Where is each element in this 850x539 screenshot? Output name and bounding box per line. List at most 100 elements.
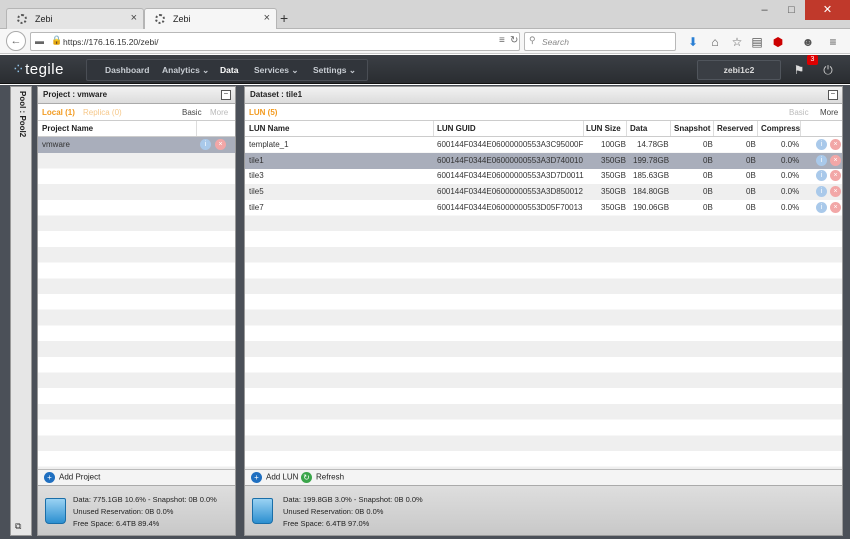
adblock-icon[interactable]: ⬢ [769, 33, 787, 51]
column-header-lun-size[interactable]: LUN Size [586, 124, 621, 133]
reader-view-icon[interactable]: ≡ [499, 35, 505, 46]
window-close-button[interactable]: ✕ [805, 0, 850, 20]
tab-more[interactable]: More [210, 108, 228, 117]
add-lun-button[interactable]: + Add LUN [251, 472, 298, 483]
table-row[interactable]: tile3 600144F0344E06000000553A3D7D0011 3… [245, 168, 842, 184]
maximize-button[interactable]: □ [778, 0, 805, 20]
tegile-logo: ⁘tegile [12, 60, 64, 78]
delete-icon[interactable]: × [215, 139, 226, 150]
home-icon[interactable]: ⌂ [706, 33, 724, 51]
browser-nav-bar: ← ▬ 🔒 https://176.16.15.20/zebi/ ≡ ↻ ⚲ S… [0, 29, 850, 54]
tab-more[interactable]: More [820, 108, 838, 117]
lun-name: template_1 [249, 140, 289, 149]
project-panel: Project : vmware – Local (1) Replica (0)… [37, 86, 236, 536]
menu-services[interactable]: Services ⌄ [254, 65, 298, 76]
flag-icon[interactable]: ⚑ [789, 60, 809, 80]
menu-settings[interactable]: Settings ⌄ [313, 65, 356, 76]
pool-label: Pool : Pool2 [18, 91, 27, 138]
table-header: LUN Name LUN GUID LUN Size Data Snapshot… [245, 121, 842, 137]
back-button[interactable]: ← [6, 31, 26, 51]
search-input[interactable]: ⚲ Search [524, 32, 676, 51]
column-header-lun-guid[interactable]: LUN GUID [437, 124, 476, 133]
delete-icon[interactable]: × [830, 154, 841, 166]
minimize-panel-icon[interactable]: – [221, 90, 231, 100]
menu-analytics[interactable]: Analytics ⌄ [162, 65, 209, 76]
column-header-snapshot[interactable]: Snapshot [674, 124, 710, 133]
stats-line: Data: 775.1GB 10.6% - Snapshot: 0B 0.0% [73, 495, 217, 504]
lun-name: tile1 [249, 155, 264, 165]
project-title: Project : vmware [43, 90, 108, 99]
project-list: vmware i × [38, 137, 235, 469]
add-project-label: Add Project [59, 472, 101, 482]
tab-local[interactable]: Local (1) [42, 108, 75, 117]
lun-name: tile7 [249, 202, 264, 212]
tab-lun[interactable]: LUN (5) [249, 108, 277, 117]
browser-tab-bar: Zebi × Zebi × + – □ ✕ [0, 0, 850, 31]
close-icon[interactable]: × [264, 12, 270, 24]
table-row[interactable]: tile1 600144F0344E06000000553A3D740010 3… [245, 152, 842, 169]
reload-icon[interactable]: ↻ [510, 35, 518, 46]
close-icon[interactable]: × [131, 12, 137, 24]
lun-compress: 0.0% [781, 187, 800, 197]
delete-icon[interactable]: × [830, 186, 841, 198]
tab-title: Zebi [35, 14, 53, 24]
disk-icon [45, 498, 66, 524]
column-header-reserved[interactable]: Reserved [717, 124, 753, 133]
project-subtabs: Local (1) Replica (0) Basic More [38, 104, 235, 121]
lock-icon[interactable]: 🔒 [51, 35, 62, 46]
stats-line: Free Space: 6.4TB 89.4% [73, 519, 160, 528]
add-project-button[interactable]: + Add Project [44, 472, 100, 483]
address-bar[interactable]: ▬ 🔒 https://176.16.15.20/zebi/ ≡ ↻ [30, 32, 520, 51]
search-icon: ⚲ [529, 35, 536, 45]
table-row[interactable]: template_1 600144F0344E06000000553A3C950… [245, 137, 842, 153]
tegile-favicon-icon [155, 14, 165, 24]
column-header[interactable]: Project Name [42, 124, 93, 133]
power-icon[interactable]: ⏻ [818, 60, 838, 80]
minimize-panel-icon[interactable]: – [828, 90, 838, 100]
lun-reserved: 0B [746, 171, 756, 181]
pool-sidebar-tab[interactable]: Pool : Pool2 ⧉ [10, 86, 32, 536]
info-icon[interactable]: i [816, 170, 827, 182]
chat-icon[interactable]: ☻ [799, 33, 817, 51]
minimize-button[interactable]: – [751, 0, 778, 20]
menu-icon[interactable]: ≡ [824, 33, 842, 51]
browser-tab[interactable]: Zebi × [6, 8, 144, 30]
delete-icon[interactable]: × [830, 201, 841, 213]
bookmarks-list-icon[interactable]: ▤ [748, 33, 766, 51]
delete-icon[interactable]: × [830, 170, 841, 182]
expand-icon[interactable]: ⧉ [15, 521, 21, 532]
table-row[interactable]: tile5 600144F0344E06000000553A3D850012 3… [245, 184, 842, 200]
bookmark-star-icon[interactable]: ☆ [728, 33, 746, 51]
refresh-button[interactable]: ↻ Refresh [301, 472, 344, 483]
tab-replica[interactable]: Replica (0) [83, 108, 122, 117]
tab-basic[interactable]: Basic [789, 108, 809, 117]
download-icon[interactable]: ⬇ [684, 33, 702, 51]
lun-data: 185.63GB [633, 171, 670, 181]
info-icon[interactable]: i [816, 201, 827, 213]
url-text[interactable]: https://176.16.15.20/zebi/ [63, 37, 158, 47]
menu-data[interactable]: Data [220, 65, 238, 75]
delete-icon[interactable]: × [830, 139, 841, 150]
stats-line: Unused Reservation: 0B 0.0% [73, 507, 174, 516]
project-toolbar: + Add Project [38, 469, 235, 485]
logo-mark-icon: ⁘ [12, 61, 26, 78]
tab-basic[interactable]: Basic [182, 108, 202, 117]
back-arrow-icon: ← [10, 35, 22, 47]
lun-size: 350GB [601, 155, 626, 165]
table-row[interactable]: vmware i × [38, 137, 235, 153]
info-icon[interactable]: i [816, 139, 827, 150]
menu-dashboard[interactable]: Dashboard [105, 65, 149, 75]
new-tab-button[interactable]: + [280, 10, 288, 26]
table-row[interactable]: tile7 600144F0344E06000000553D05F70013 3… [245, 200, 842, 216]
column-header-lun-name[interactable]: LUN Name [249, 124, 289, 133]
browser-tab-active[interactable]: Zebi × [144, 8, 277, 31]
column-header-data[interactable]: Data [630, 124, 647, 133]
column-header-compress[interactable]: Compress [761, 124, 800, 133]
info-icon[interactable]: i [816, 154, 827, 166]
site-menu-icon[interactable]: ▬ [35, 36, 44, 46]
user-button[interactable]: zebi1c2 [697, 60, 781, 80]
info-icon[interactable]: i [200, 139, 211, 150]
lun-list: template_1 600144F0344E06000000553A3C950… [245, 137, 842, 469]
info-icon[interactable]: i [816, 186, 827, 198]
lun-reserved: 0B [746, 155, 756, 165]
